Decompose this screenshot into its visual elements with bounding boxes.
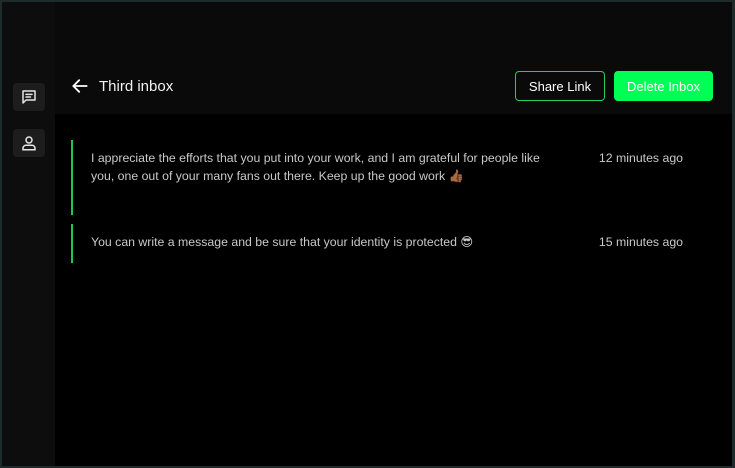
arrow-left-icon[interactable]	[70, 76, 90, 96]
sidebar-item-messages[interactable]	[13, 83, 45, 111]
delete-inbox-button[interactable]: Delete Inbox	[614, 71, 713, 101]
message-text: You can write a message and be sure that…	[91, 235, 474, 249]
message-text: I appreciate the efforts that you put in…	[91, 151, 540, 183]
message-time: 12 minutes ago	[598, 151, 683, 165]
sidebar	[2, 2, 55, 466]
messages-list: I appreciate the efforts that you put in…	[55, 114, 732, 466]
app-window: Third inbox Share Link Delete Inbox I ap…	[2, 2, 732, 466]
inbox-header: Third inbox Share Link Delete Inbox	[55, 2, 732, 114]
message-item: You can write a message and be sure that…	[71, 224, 691, 263]
message-time: 15 minutes ago	[598, 235, 683, 249]
share-link-button[interactable]: Share Link	[515, 71, 605, 101]
message-item: I appreciate the efforts that you put in…	[71, 140, 691, 215]
user-icon	[20, 134, 38, 152]
messages-icon	[20, 88, 38, 106]
sidebar-item-profile[interactable]	[13, 129, 45, 157]
page-title: Third inbox	[99, 78, 174, 95]
